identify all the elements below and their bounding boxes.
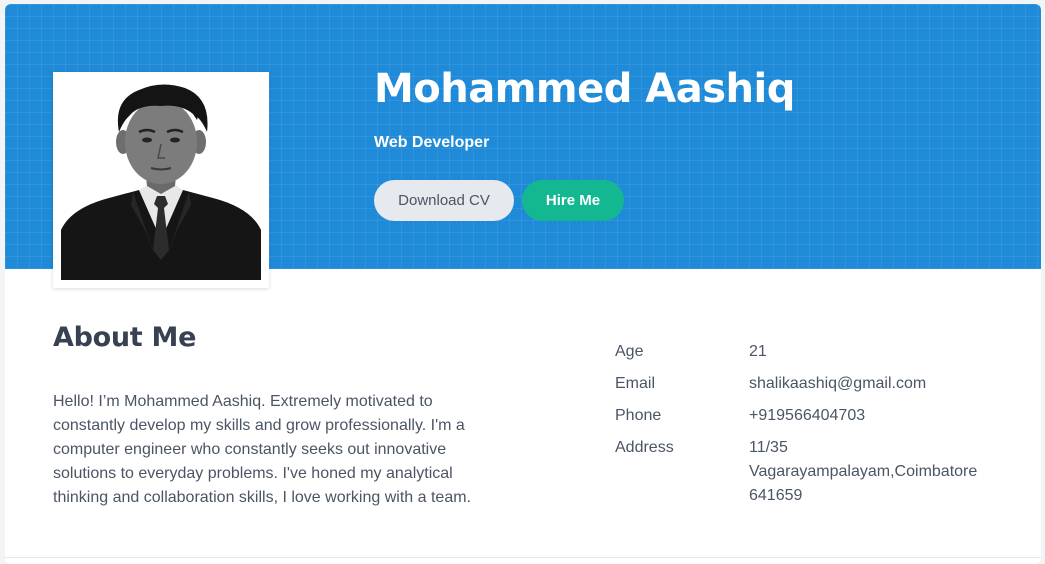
- download-cv-button[interactable]: Download CV: [374, 180, 514, 221]
- about-title: About Me: [53, 322, 197, 353]
- info-value-address: 11/35 Vagarayampalayam,Coimbatore 641659: [749, 439, 978, 504]
- profile-name: Mohammed Aashiq: [374, 66, 795, 112]
- profile-card: Mohammed Aashiq Web Developer Download C…: [5, 4, 1041, 564]
- profile-photo-frame: [53, 72, 269, 288]
- info-value-email: shalikaashiq@gmail.com: [749, 375, 927, 392]
- profile-photo-image: [61, 80, 261, 280]
- info-row-email: Email shalikaashiq@gmail.com: [615, 372, 1015, 396]
- info-row-address: Address 11/35 Vagarayampalayam,Coimbator…: [615, 436, 1015, 508]
- info-label-phone: Phone: [615, 407, 662, 424]
- personal-info: Age 21 Email shalikaashiq@gmail.com Phon…: [615, 340, 1015, 516]
- profile-role: Web Developer: [374, 134, 490, 151]
- info-label-email: Email: [615, 375, 656, 392]
- info-value-phone: +919566404703: [749, 407, 866, 424]
- section-divider: [5, 557, 1041, 558]
- hire-me-button[interactable]: Hire Me: [522, 180, 624, 221]
- info-value-age: 21: [749, 343, 767, 360]
- info-row-phone: Phone +919566404703: [615, 404, 1015, 428]
- about-description: Hello! I’m Mohammed Aashiq. Extremely mo…: [53, 393, 471, 506]
- profile-photo: [61, 80, 261, 280]
- info-label-address: Address: [615, 439, 674, 456]
- info-row-age: Age 21: [615, 340, 1015, 364]
- info-label-age: Age: [615, 343, 644, 360]
